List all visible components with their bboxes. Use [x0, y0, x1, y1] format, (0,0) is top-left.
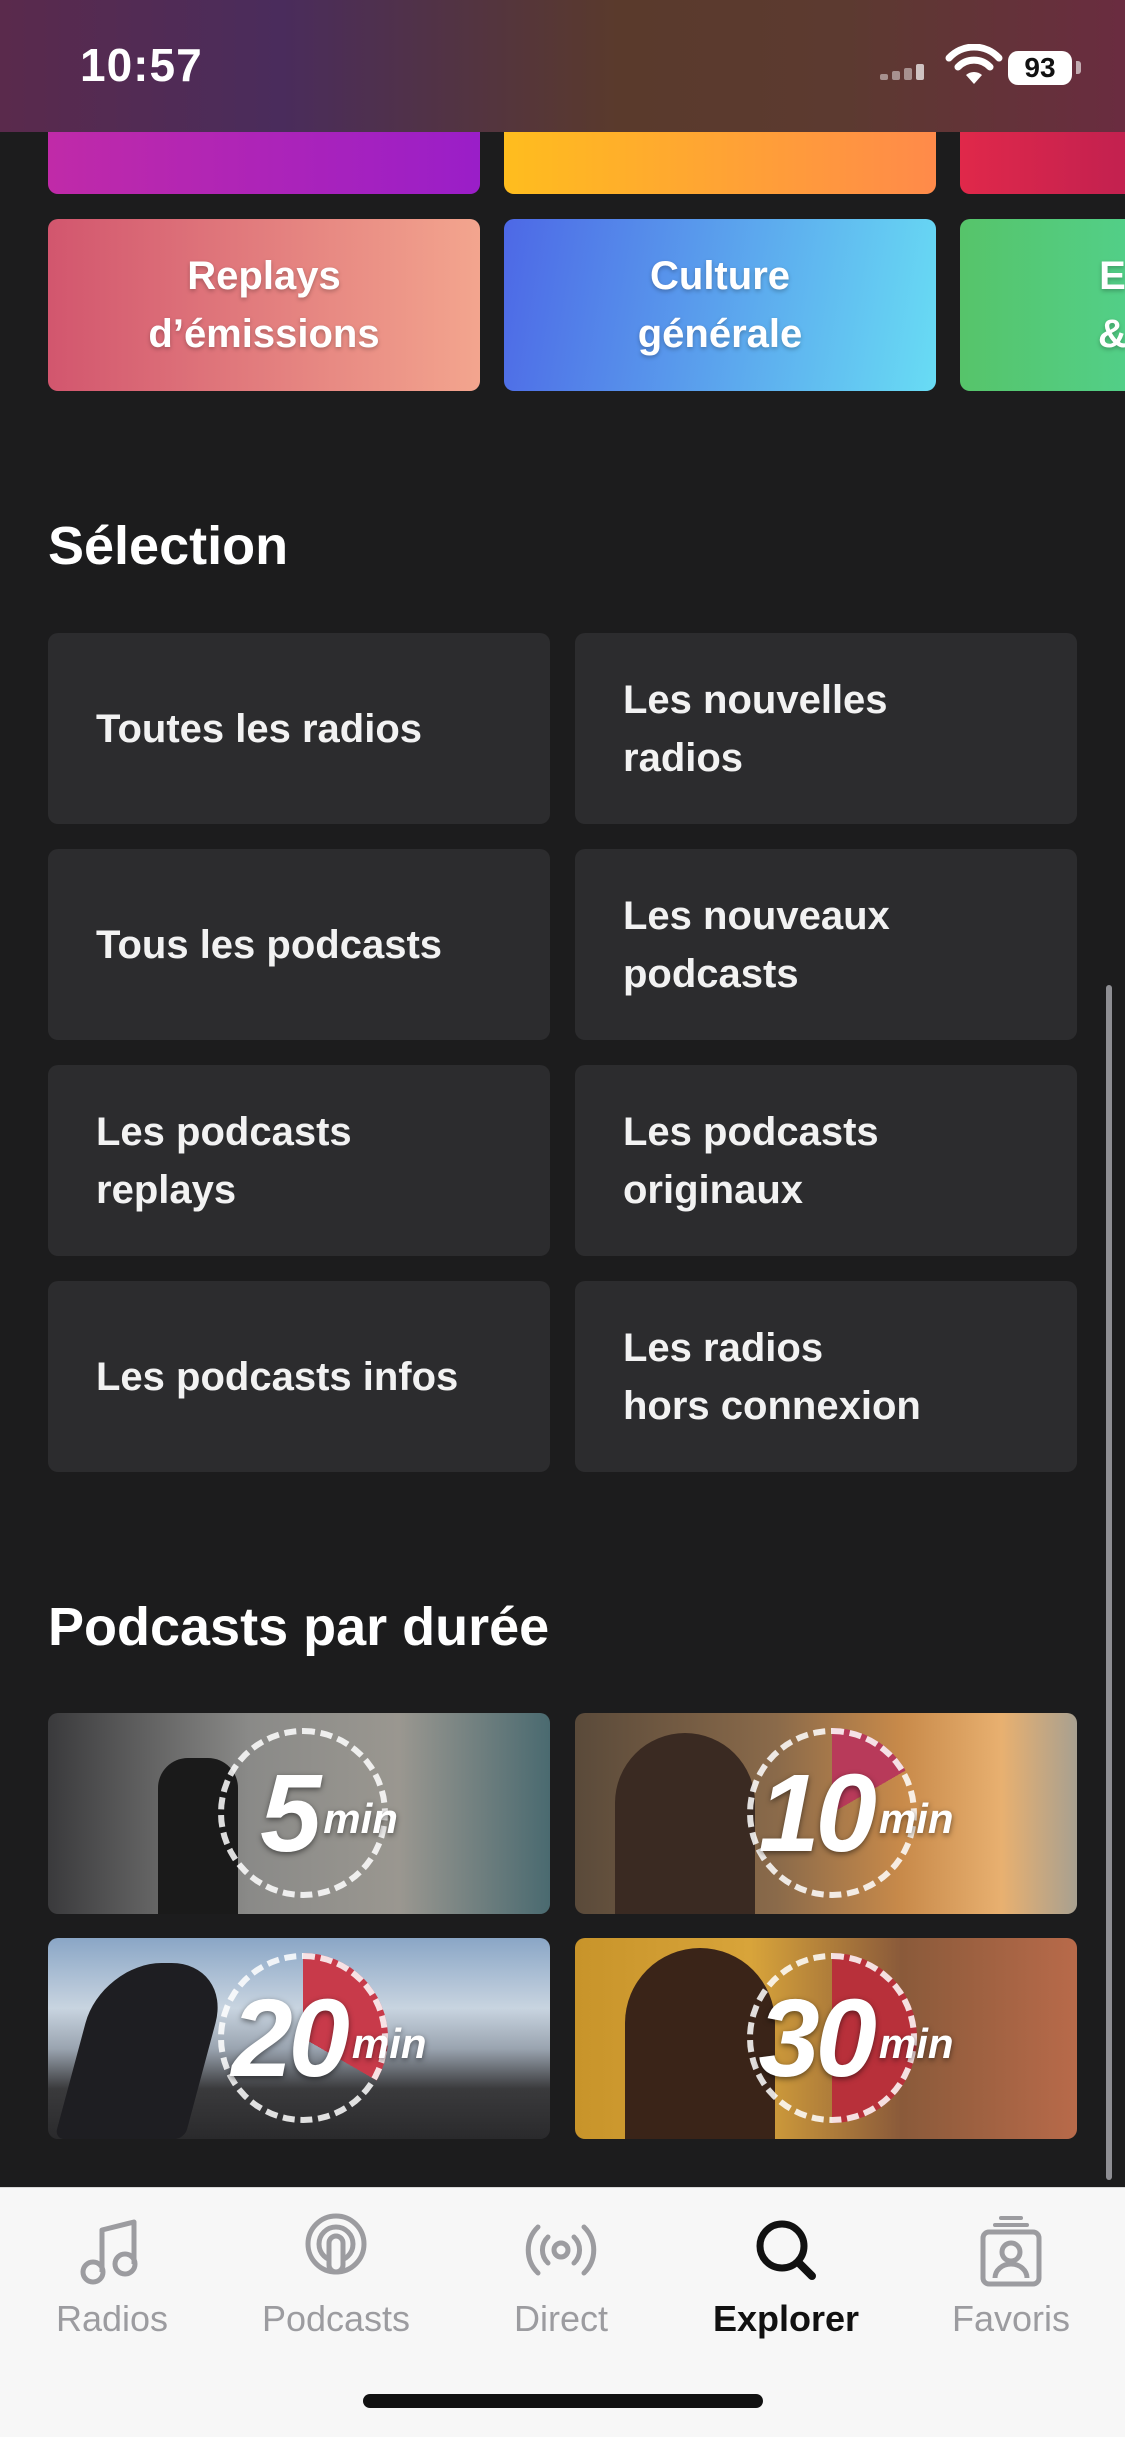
scrollbar[interactable] — [1106, 985, 1112, 2180]
selection-item-podcasts-infos[interactable]: Les podcasts infos — [48, 1281, 550, 1472]
duration-label: 20 min — [231, 1977, 427, 2100]
selection-item-nouvelles-radios[interactable]: Les nouvelles radios — [575, 633, 1077, 824]
tab-label: Radios — [55, 2298, 169, 2339]
tab-direct[interactable]: Direct — [461, 2210, 661, 2340]
broadcast-icon — [525, 2224, 597, 2276]
status-bar: 10:57 93 — [0, 0, 1125, 132]
selection-item-radios-hors-connexion[interactable]: Les radios hors connexion — [575, 1281, 1077, 1472]
tab-podcasts[interactable]: Podcasts — [236, 2210, 436, 2340]
duration-card-20min[interactable]: 20 min — [48, 1938, 550, 2139]
tab-radios[interactable]: Radios — [12, 2210, 212, 2340]
selection-item-toutes-radios[interactable]: Toutes les radios — [48, 633, 550, 824]
duration-card-30min[interactable]: 30 min — [575, 1938, 1077, 2139]
selection-item-tous-podcasts[interactable]: Tous les podcasts — [48, 849, 550, 1040]
tab-label: Direct — [513, 2298, 608, 2339]
category-tile-partial[interactable]: E & — [960, 219, 1125, 391]
wifi-icon — [945, 44, 1003, 84]
cellular-signal-icon — [880, 64, 924, 80]
tab-label: Explorer — [712, 2298, 860, 2339]
battery-cap — [1076, 61, 1081, 74]
section-title-durations: Podcasts par durée — [48, 1597, 550, 1657]
tab-label: Podcasts — [261, 2298, 411, 2339]
selection-item-podcasts-replays[interactable]: Les podcasts replays — [48, 1065, 550, 1256]
selection-item-nouveaux-podcasts[interactable]: Les nouveaux podcasts — [575, 849, 1077, 1040]
duration-label: 5 min — [260, 1752, 398, 1875]
duration-label: 10 min — [758, 1752, 954, 1875]
tab-explorer[interactable]: Explorer — [686, 2210, 886, 2340]
tab-label: Favoris — [951, 2298, 1071, 2339]
category-tile-replays[interactable]: Replays d’émissions — [48, 219, 480, 391]
selection-item-podcasts-originaux[interactable]: Les podcasts originaux — [575, 1065, 1077, 1256]
section-title-selection: Sélection — [48, 516, 289, 576]
duration-card-10min[interactable]: 10 min — [575, 1713, 1077, 1914]
category-tile-culture[interactable]: Culture générale — [504, 219, 936, 391]
home-indicator[interactable] — [363, 2394, 763, 2408]
battery-level: 93 — [1008, 51, 1072, 85]
music-note-icon — [80, 2219, 138, 2285]
profile-icon — [980, 2216, 1042, 2287]
duration-card-5min[interactable]: 5 min — [48, 1713, 550, 1914]
podcast-icon — [305, 2213, 367, 2275]
duration-label: 30 min — [758, 1977, 954, 2100]
status-time: 10:57 — [80, 39, 203, 91]
search-icon — [756, 2220, 816, 2280]
tab-favoris[interactable]: Favoris — [911, 2210, 1111, 2340]
